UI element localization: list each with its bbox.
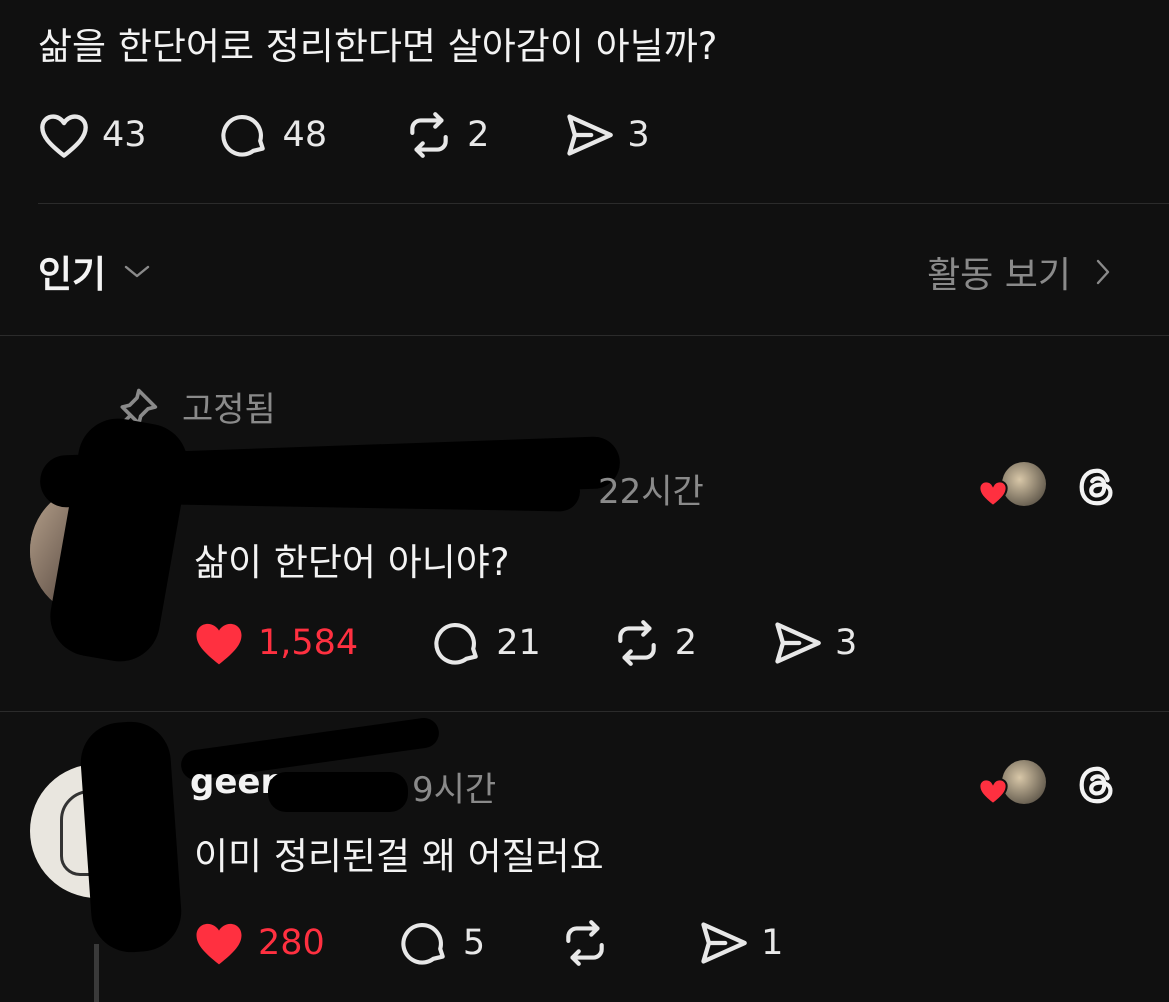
chevron-down-icon (124, 265, 150, 278)
divider (38, 203, 1169, 204)
pinned-label: 고정됨 (182, 390, 276, 430)
author-liked-badge (976, 758, 1050, 808)
thread-line (94, 944, 99, 1002)
post-repost-button[interactable]: 2 (403, 110, 489, 160)
comment-actions: 1,584 21 2 3 (192, 618, 857, 668)
comment-repost-count: 2 (674, 623, 698, 663)
post-repost-count: 2 (467, 115, 490, 155)
post-share-count: 3 (627, 115, 650, 155)
redaction (159, 464, 581, 512)
comment-bubble-icon (401, 922, 445, 965)
comment-repost-button[interactable]: 2 (611, 618, 697, 668)
post-like-count: 43 (102, 115, 147, 155)
comment-reply-count: 21 (496, 623, 541, 663)
author-liked-badge (976, 460, 1050, 510)
repost-icon (410, 112, 448, 158)
comment-like-button[interactable]: 1,584 (192, 618, 358, 668)
comment-like-count: 1,584 (258, 623, 359, 663)
post-like-button[interactable]: 43 (38, 111, 147, 159)
heart-filled-icon (196, 923, 242, 965)
comment-timestamp: 9시간 (412, 770, 497, 810)
comment-share-button[interactable]: 1 (697, 919, 783, 967)
comment-bubble-icon (220, 114, 265, 157)
sort-label: 인기 (38, 253, 107, 296)
comment-share-count: 1 (761, 923, 784, 963)
send-icon (701, 922, 747, 964)
threads-logo-icon[interactable] (1074, 464, 1120, 510)
comment-timestamp: 22시간 (598, 472, 704, 512)
comment-reply-button[interactable]: 5 (399, 918, 485, 968)
repost-icon (618, 620, 656, 666)
comment-reply-button[interactable]: 21 (432, 618, 541, 668)
post-actions: 43 48 2 3 (38, 110, 650, 160)
heart-filled-icon (196, 623, 242, 665)
send-icon (775, 622, 821, 664)
redaction (268, 772, 408, 812)
comment-item: 22시간 삶이 한단어 아니야? 1,584 21 2 3 (0, 412, 1169, 710)
send-icon (567, 114, 614, 156)
view-activity-label: 활동 보기 (927, 255, 1071, 296)
comment-actions: 280 5 1 (192, 918, 783, 968)
heart-filled-icon (978, 778, 1008, 806)
comment-like-button[interactable]: 280 (192, 918, 325, 968)
post-reply-count: 48 (282, 115, 328, 155)
heart-icon (40, 114, 88, 158)
post-share-button[interactable]: 3 (563, 111, 650, 159)
chevron-right-icon (1096, 259, 1110, 285)
comment-repost-button[interactable] (559, 918, 623, 968)
comment-item: geen 9시간 이미 정리된걸 왜 어질러요 280 5 1 (0, 712, 1169, 1002)
comment-text: 이미 정리된걸 왜 어질러요 (194, 835, 604, 878)
threads-logo-icon[interactable] (1074, 762, 1120, 808)
comment-bubble-icon (434, 622, 478, 665)
post-text: 삶을 한단어로 정리한다면 살아감이 아닐까? (38, 25, 718, 68)
comment-share-count: 3 (835, 623, 858, 663)
redaction (78, 719, 184, 955)
view-activity-link[interactable]: 활동 보기 (927, 246, 1113, 298)
divider (0, 335, 1169, 336)
post-reply-button[interactable]: 48 (219, 110, 328, 160)
sort-dropdown[interactable]: 인기 (38, 244, 152, 298)
comment-share-button[interactable]: 3 (771, 619, 857, 667)
comment-like-count: 280 (258, 923, 325, 963)
heart-filled-icon (978, 480, 1008, 508)
comment-text: 삶이 한단어 아니야? (194, 541, 510, 584)
repost-icon (566, 920, 604, 966)
comment-reply-count: 5 (462, 923, 486, 963)
redaction (43, 412, 195, 668)
